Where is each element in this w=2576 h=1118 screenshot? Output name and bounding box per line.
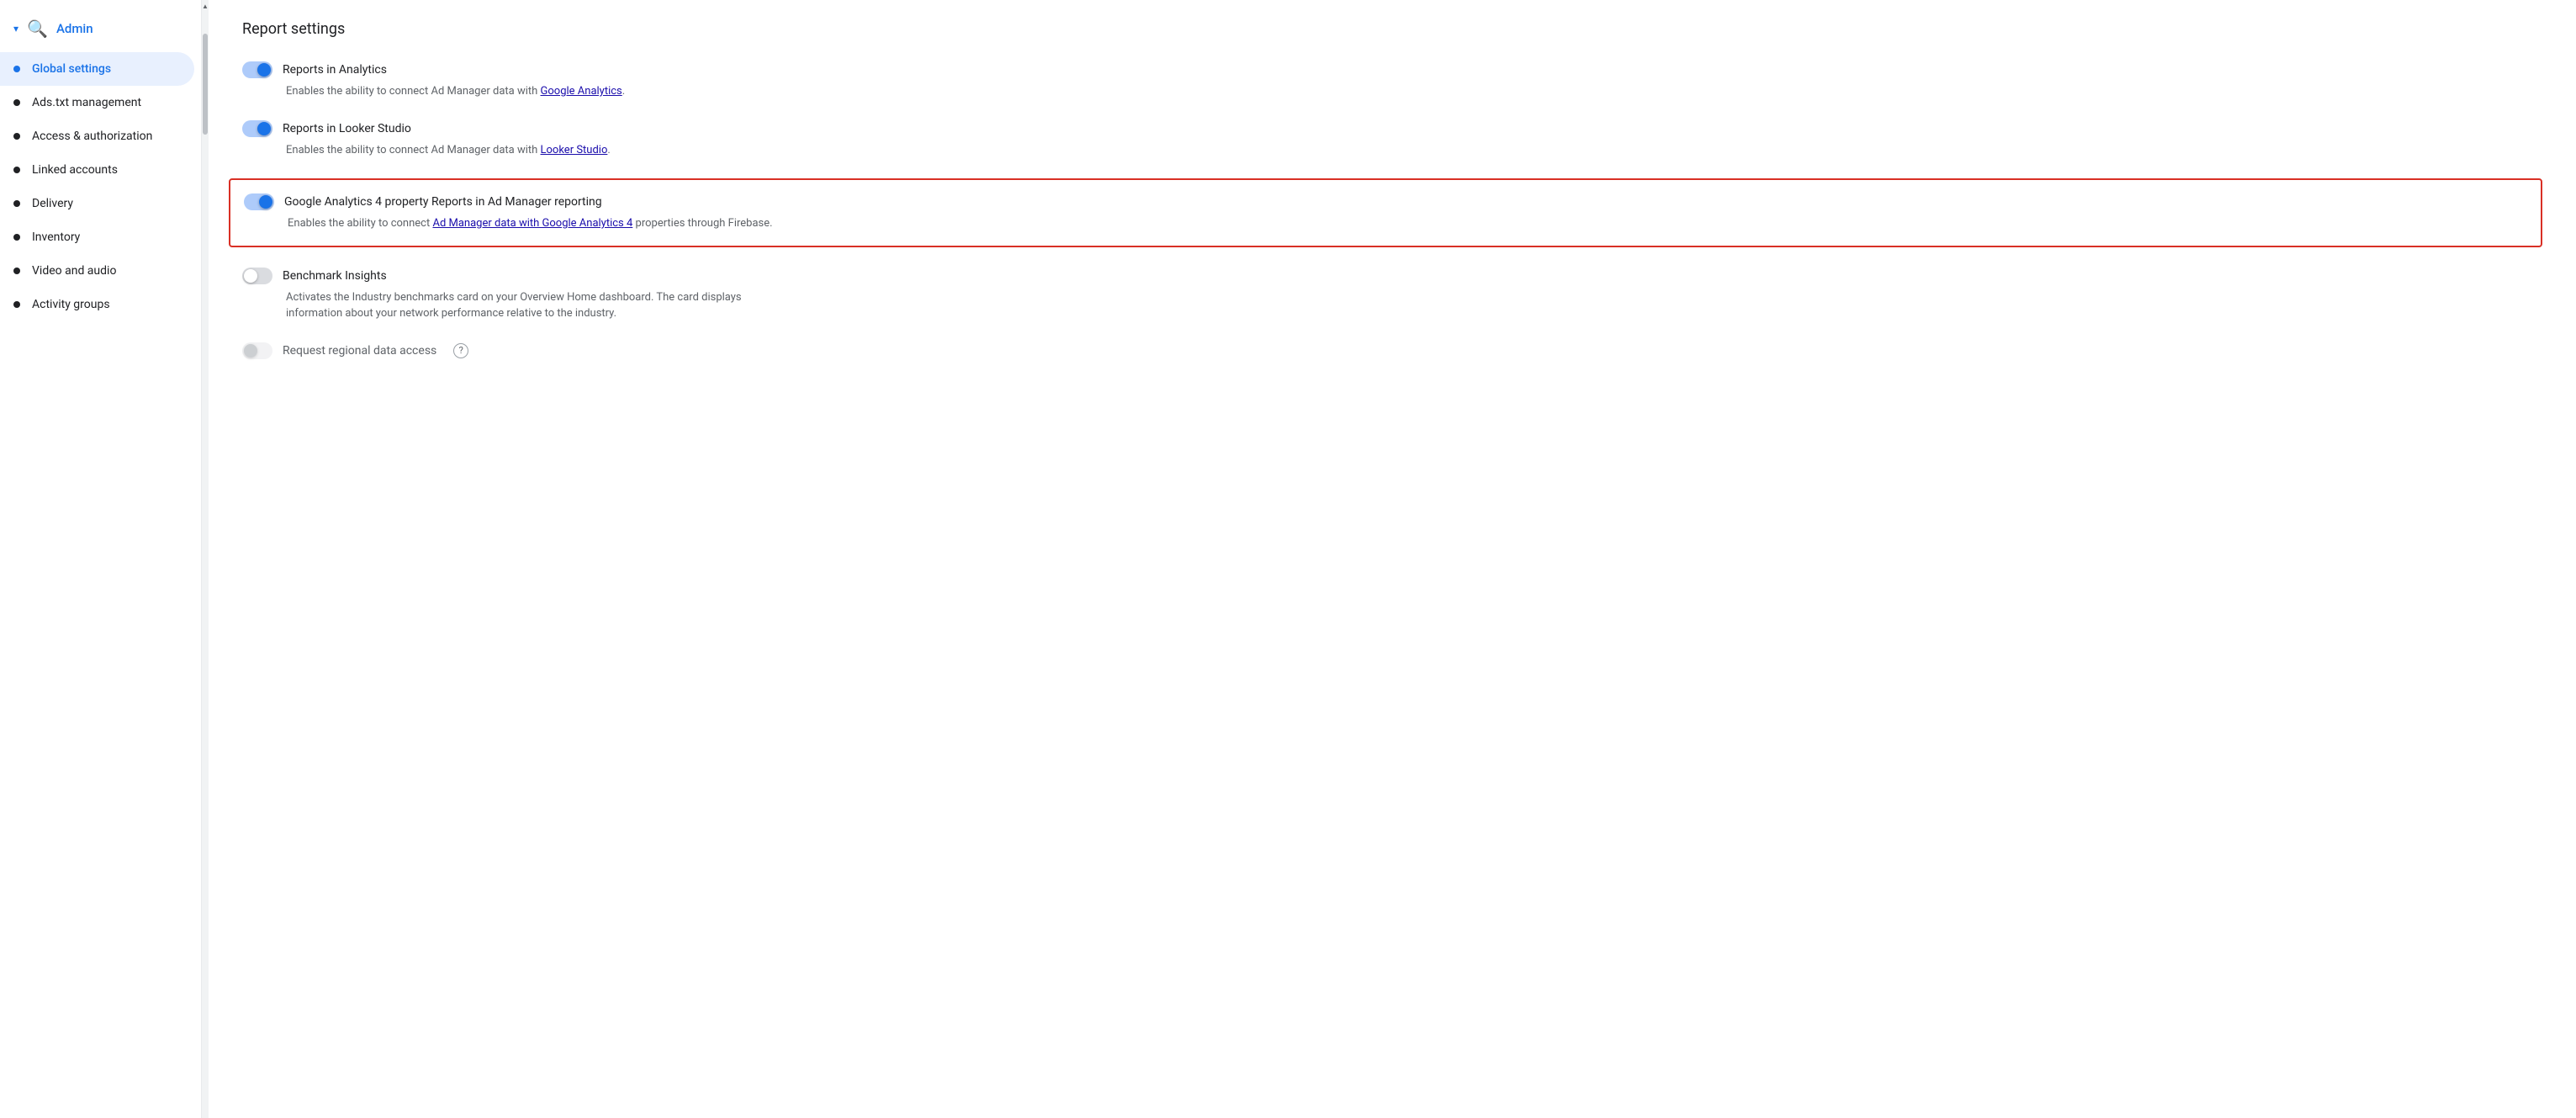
main-container: ▲ Report settings Reports in Analytics E… (202, 0, 2576, 1118)
setting-header: Benchmark Insights (242, 268, 2542, 284)
toggle-thumb (257, 63, 271, 77)
toggle-benchmark[interactable] (242, 268, 272, 284)
setting-header: Reports in Looker Studio (242, 120, 2542, 137)
setting-header: Reports in Analytics (242, 61, 2542, 78)
toggle-reports-analytics[interactable] (242, 61, 272, 78)
sidebar-item-global-settings[interactable]: Global settings (0, 52, 194, 86)
sidebar-item-label: Inventory (32, 230, 80, 244)
setting-regional-data: Request regional data access ? (242, 342, 2542, 359)
sidebar-dot (13, 99, 20, 106)
setting-title: Request regional data access (283, 344, 436, 358)
scroll-up-arrow[interactable]: ▲ (202, 0, 209, 12)
setting-description: Enables the ability to connect Ad Manage… (242, 142, 780, 159)
sidebar-dot (13, 268, 20, 274)
sidebar-item-video-audio[interactable]: Video and audio (0, 254, 194, 288)
toggle-thumb (244, 269, 257, 283)
setting-reports-looker: Reports in Looker Studio Enables the abi… (242, 120, 2542, 159)
main-content: Report settings Reports in Analytics Ena… (209, 0, 2576, 1118)
looker-studio-link[interactable]: Looker Studio (541, 144, 608, 156)
toggle-thumb (257, 122, 271, 135)
setting-header: Request regional data access ? (242, 342, 2542, 359)
google-analytics-link[interactable]: Google Analytics (541, 85, 622, 98)
toggle-reports-looker[interactable] (242, 120, 272, 137)
setting-reports-analytics: Reports in Analytics Enables the ability… (242, 61, 2542, 100)
ga4-link[interactable]: Ad Manager data with Google Analytics 4 (432, 217, 632, 230)
sidebar-dot (13, 133, 20, 140)
sidebar-dot (13, 167, 20, 173)
toggle-thumb (259, 195, 272, 209)
setting-description: Activates the Industry benchmarks card o… (242, 289, 780, 322)
sidebar-item-label: Linked accounts (32, 163, 118, 177)
sidebar-dot (13, 234, 20, 241)
sidebar-item-delivery[interactable]: Delivery (0, 187, 194, 220)
sidebar-item-ads-txt[interactable]: Ads.txt management (0, 86, 194, 119)
sidebar-dot (13, 301, 20, 308)
sidebar: ▾ 🔍 Admin Global settings Ads.txt manage… (0, 0, 202, 1118)
scrollbar[interactable]: ▲ (202, 0, 209, 1118)
sidebar-item-label: Delivery (32, 197, 73, 210)
sidebar-collapse-arrow[interactable]: ▾ (13, 23, 19, 34)
scrollbar-thumb[interactable] (203, 34, 208, 135)
setting-benchmark: Benchmark Insights Activates the Industr… (242, 268, 2542, 322)
sidebar-nav: Global settings Ads.txt management Acces… (0, 52, 201, 321)
admin-icon: 🔍 (27, 19, 48, 39)
sidebar-dot (13, 200, 20, 207)
settings-section: Reports in Analytics Enables the ability… (242, 61, 2542, 359)
toggle-regional-data[interactable] (242, 342, 272, 359)
setting-description: Enables the ability to connect Ad Manage… (242, 83, 780, 100)
sidebar-header[interactable]: ▾ 🔍 Admin (0, 10, 201, 52)
setting-title: Benchmark Insights (283, 269, 387, 283)
sidebar-item-label: Ads.txt management (32, 96, 141, 109)
setting-title: Reports in Analytics (283, 63, 387, 77)
sidebar-item-activity-groups[interactable]: Activity groups (0, 288, 194, 321)
setting-title: Reports in Looker Studio (283, 122, 411, 135)
setting-description: Enables the ability to connect Ad Manage… (244, 215, 782, 232)
section-title: Report settings (242, 20, 2542, 38)
toggle-ga4-reports[interactable] (244, 193, 274, 210)
setting-header: Google Analytics 4 property Reports in A… (244, 193, 2527, 210)
sidebar-item-linked-accounts[interactable]: Linked accounts (0, 153, 194, 187)
sidebar-item-label: Global settings (32, 62, 111, 76)
sidebar-item-access-authorization[interactable]: Access & authorization (0, 119, 194, 153)
sidebar-item-label: Activity groups (32, 298, 110, 311)
setting-title: Google Analytics 4 property Reports in A… (284, 195, 602, 209)
sidebar-item-inventory[interactable]: Inventory (0, 220, 194, 254)
sidebar-dot (13, 66, 20, 72)
sidebar-item-label: Video and audio (32, 264, 116, 278)
sidebar-item-label: Access & authorization (32, 130, 152, 143)
toggle-thumb (244, 344, 257, 358)
sidebar-admin-label[interactable]: Admin (56, 21, 93, 36)
setting-ga4-reports: Google Analytics 4 property Reports in A… (229, 178, 2542, 247)
question-icon[interactable]: ? (453, 343, 468, 358)
